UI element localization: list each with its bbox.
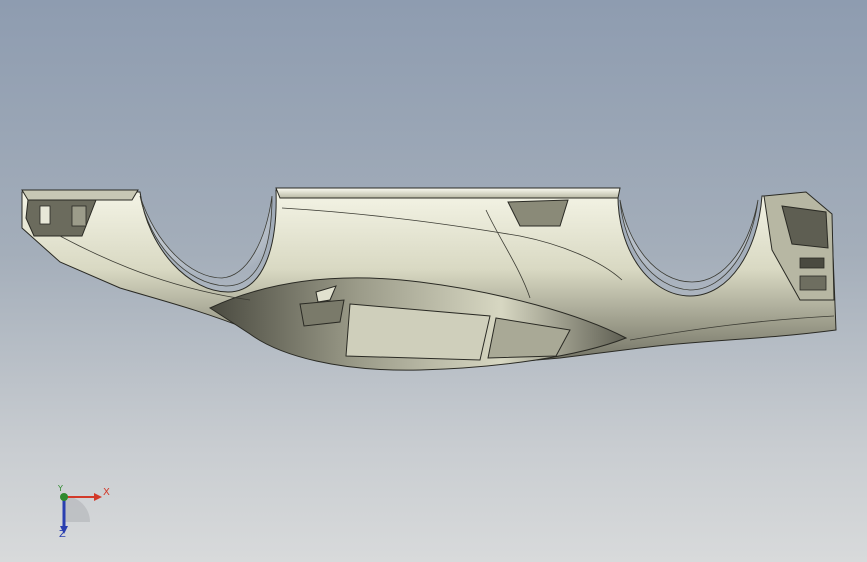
graphics-viewport[interactable]: X Y Z	[0, 0, 867, 562]
panel-top-strip	[275, 187, 621, 199]
x-axis-arrow	[94, 493, 102, 501]
underside-bracket	[299, 299, 345, 327]
panel-right-slot	[799, 257, 825, 269]
triad-shadow	[64, 496, 90, 522]
coordinate-triad: X Y Z	[40, 482, 120, 552]
panel-left-slot	[39, 205, 51, 225]
x-axis-label: X	[103, 487, 110, 498]
z-axis-label: Z	[59, 529, 66, 540]
dashboard-panel-model[interactable]	[0, 0, 867, 562]
panel-left-end	[21, 189, 139, 201]
panel-right-slot-2	[799, 275, 827, 291]
y-axis-dot	[60, 493, 68, 501]
y-axis-label: Y	[58, 484, 63, 493]
panel-left-slot-2	[71, 205, 87, 227]
